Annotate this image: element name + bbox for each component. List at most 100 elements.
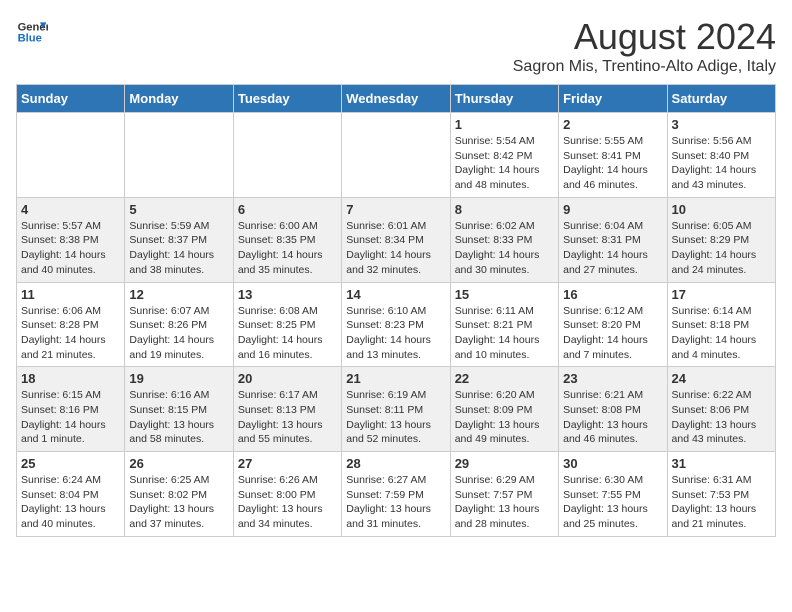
day-cell: 25 Sunrise: 6:24 AM Sunset: 8:04 PM Dayli…: [17, 452, 125, 537]
day-info: Sunrise: 6:12 AM Sunset: 8:20 PM Dayligh…: [563, 304, 662, 363]
day-info: Sunrise: 6:04 AM Sunset: 8:31 PM Dayligh…: [563, 219, 662, 278]
main-title: August 2024: [513, 16, 776, 58]
day-info: Sunrise: 5:59 AM Sunset: 8:37 PM Dayligh…: [129, 219, 228, 278]
day-info: Sunrise: 6:16 AM Sunset: 8:15 PM Dayligh…: [129, 388, 228, 447]
calendar-header-row: SundayMondayTuesdayWednesdayThursdayFrid…: [17, 85, 776, 113]
day-info: Sunrise: 5:57 AM Sunset: 8:38 PM Dayligh…: [21, 219, 120, 278]
day-info: Sunrise: 6:17 AM Sunset: 8:13 PM Dayligh…: [238, 388, 337, 447]
day-cell: 3 Sunrise: 5:56 AM Sunset: 8:40 PM Daylig…: [667, 113, 775, 198]
day-info: Sunrise: 6:26 AM Sunset: 8:00 PM Dayligh…: [238, 473, 337, 532]
day-info: Sunrise: 6:15 AM Sunset: 8:16 PM Dayligh…: [21, 388, 120, 447]
day-info: Sunrise: 6:27 AM Sunset: 7:59 PM Dayligh…: [346, 473, 445, 532]
day-cell: 18Sunrise: 6:15 AM Sunset: 8:16 PM Dayli…: [17, 367, 125, 452]
day-info: Sunrise: 6:11 AM Sunset: 8:21 PM Dayligh…: [455, 304, 554, 363]
title-block: August 2024 Sagron Mis, Trentino-Alto Ad…: [513, 16, 776, 76]
day-cell: 23 Sunrise: 6:21 AM Sunset: 8:08 PM Dayli…: [559, 367, 667, 452]
day-info: Sunrise: 6:29 AM Sunset: 7:57 PM Dayligh…: [455, 473, 554, 532]
day-cell: 15 Sunrise: 6:11 AM Sunset: 8:21 PM Dayli…: [450, 282, 558, 367]
day-cell: [233, 113, 341, 198]
day-info: Sunrise: 5:54 AM Sunset: 8:42 PM Dayligh…: [455, 134, 554, 193]
week-row-1: 1 Sunrise: 5:54 AM Sunset: 8:42 PM Daylig…: [17, 113, 776, 198]
day-info: Sunrise: 6:25 AM Sunset: 8:02 PM Dayligh…: [129, 473, 228, 532]
day-number: 15: [455, 287, 554, 302]
day-info: Sunrise: 6:08 AM Sunset: 8:25 PM Dayligh…: [238, 304, 337, 363]
day-number: 30: [563, 456, 662, 471]
day-cell: 5 Sunrise: 5:59 AM Sunset: 8:37 PM Daylig…: [125, 197, 233, 282]
day-info: Sunrise: 5:56 AM Sunset: 8:40 PM Dayligh…: [672, 134, 771, 193]
day-cell: 14 Sunrise: 6:10 AM Sunset: 8:23 PM Dayli…: [342, 282, 450, 367]
column-header-friday: Friday: [559, 85, 667, 113]
day-number: 26: [129, 456, 228, 471]
day-cell: 27 Sunrise: 6:26 AM Sunset: 8:00 PM Dayli…: [233, 452, 341, 537]
day-number: 20: [238, 371, 337, 386]
logo: General Blue: [16, 16, 48, 48]
day-cell: 16 Sunrise: 6:12 AM Sunset: 8:20 PM Dayli…: [559, 282, 667, 367]
day-cell: 4 Sunrise: 5:57 AM Sunset: 8:38 PM Daylig…: [17, 197, 125, 282]
day-cell: 24 Sunrise: 6:22 AM Sunset: 8:06 PM Dayli…: [667, 367, 775, 452]
column-header-saturday: Saturday: [667, 85, 775, 113]
day-cell: [342, 113, 450, 198]
day-cell: 13 Sunrise: 6:08 AM Sunset: 8:25 PM Dayli…: [233, 282, 341, 367]
column-header-thursday: Thursday: [450, 85, 558, 113]
day-number: 19: [129, 371, 228, 386]
day-number: 27: [238, 456, 337, 471]
column-header-sunday: Sunday: [17, 85, 125, 113]
day-number: 24: [672, 371, 771, 386]
day-info: Sunrise: 6:21 AM Sunset: 8:08 PM Dayligh…: [563, 388, 662, 447]
day-cell: 12Sunrise: 6:07 AM Sunset: 8:26 PM Dayli…: [125, 282, 233, 367]
day-number: 13: [238, 287, 337, 302]
day-info: Sunrise: 6:19 AM Sunset: 8:11 PM Dayligh…: [346, 388, 445, 447]
column-header-monday: Monday: [125, 85, 233, 113]
day-cell: 7 Sunrise: 6:01 AM Sunset: 8:34 PM Daylig…: [342, 197, 450, 282]
day-number: 14: [346, 287, 445, 302]
day-cell: 20 Sunrise: 6:17 AM Sunset: 8:13 PM Dayli…: [233, 367, 341, 452]
day-number: 4: [21, 202, 120, 217]
day-info: Sunrise: 6:14 AM Sunset: 8:18 PM Dayligh…: [672, 304, 771, 363]
subtitle: Sagron Mis, Trentino-Alto Adige, Italy: [513, 58, 776, 76]
day-cell: 2 Sunrise: 5:55 AM Sunset: 8:41 PM Daylig…: [559, 113, 667, 198]
day-cell: 11Sunrise: 6:06 AM Sunset: 8:28 PM Dayli…: [17, 282, 125, 367]
day-cell: 9Sunrise: 6:04 AM Sunset: 8:31 PM Daylig…: [559, 197, 667, 282]
calendar: SundayMondayTuesdayWednesdayThursdayFrid…: [16, 84, 776, 537]
day-number: 28: [346, 456, 445, 471]
day-info: Sunrise: 6:00 AM Sunset: 8:35 PM Dayligh…: [238, 219, 337, 278]
day-number: 22: [455, 371, 554, 386]
day-number: 3: [672, 117, 771, 132]
day-number: 29: [455, 456, 554, 471]
day-number: 1: [455, 117, 554, 132]
column-header-wednesday: Wednesday: [342, 85, 450, 113]
day-info: Sunrise: 6:10 AM Sunset: 8:23 PM Dayligh…: [346, 304, 445, 363]
day-number: 2: [563, 117, 662, 132]
svg-text:Blue: Blue: [18, 33, 42, 45]
day-number: 16: [563, 287, 662, 302]
day-cell: 31Sunrise: 6:31 AM Sunset: 7:53 PM Dayli…: [667, 452, 775, 537]
logo-icon: General Blue: [16, 16, 48, 48]
day-number: 11: [21, 287, 120, 302]
day-number: 5: [129, 202, 228, 217]
week-row-2: 4 Sunrise: 5:57 AM Sunset: 8:38 PM Daylig…: [17, 197, 776, 282]
day-info: Sunrise: 6:07 AM Sunset: 8:26 PM Dayligh…: [129, 304, 228, 363]
day-info: Sunrise: 6:01 AM Sunset: 8:34 PM Dayligh…: [346, 219, 445, 278]
day-number: 25: [21, 456, 120, 471]
day-cell: 29 Sunrise: 6:29 AM Sunset: 7:57 PM Dayli…: [450, 452, 558, 537]
day-cell: 30Sunrise: 6:30 AM Sunset: 7:55 PM Dayli…: [559, 452, 667, 537]
week-row-5: 25 Sunrise: 6:24 AM Sunset: 8:04 PM Dayli…: [17, 452, 776, 537]
day-cell: 6Sunrise: 6:00 AM Sunset: 8:35 PM Daylig…: [233, 197, 341, 282]
day-cell: 1 Sunrise: 5:54 AM Sunset: 8:42 PM Daylig…: [450, 113, 558, 198]
day-info: Sunrise: 6:24 AM Sunset: 8:04 PM Dayligh…: [21, 473, 120, 532]
day-number: 7: [346, 202, 445, 217]
day-number: 21: [346, 371, 445, 386]
day-cell: 28 Sunrise: 6:27 AM Sunset: 7:59 PM Dayli…: [342, 452, 450, 537]
page-header: General Blue August 2024 Sagron Mis, Tre…: [16, 16, 776, 76]
day-number: 17: [672, 287, 771, 302]
day-number: 10: [672, 202, 771, 217]
day-cell: 10Sunrise: 6:05 AM Sunset: 8:29 PM Dayli…: [667, 197, 775, 282]
day-cell: 21 Sunrise: 6:19 AM Sunset: 8:11 PM Dayli…: [342, 367, 450, 452]
day-info: Sunrise: 6:22 AM Sunset: 8:06 PM Dayligh…: [672, 388, 771, 447]
day-number: 23: [563, 371, 662, 386]
day-number: 8: [455, 202, 554, 217]
day-info: Sunrise: 6:20 AM Sunset: 8:09 PM Dayligh…: [455, 388, 554, 447]
day-cell: [125, 113, 233, 198]
day-info: Sunrise: 5:55 AM Sunset: 8:41 PM Dayligh…: [563, 134, 662, 193]
day-cell: 26 Sunrise: 6:25 AM Sunset: 8:02 PM Dayli…: [125, 452, 233, 537]
